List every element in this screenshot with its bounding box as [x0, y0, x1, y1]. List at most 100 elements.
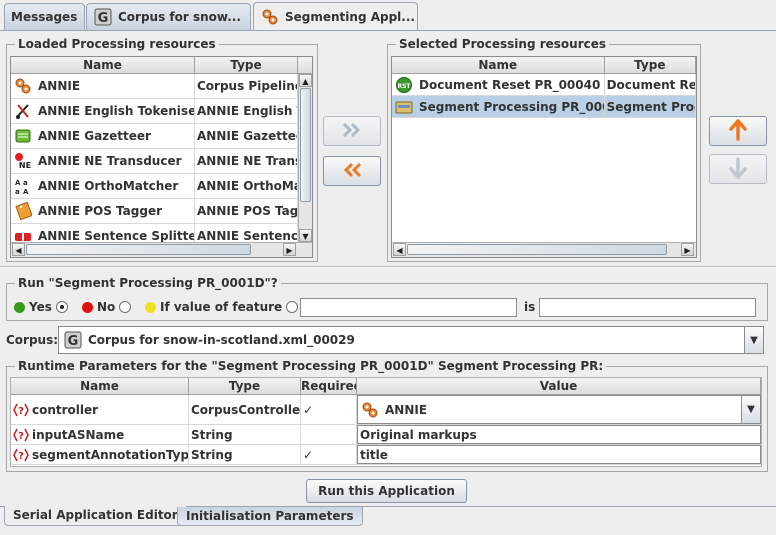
resource-type-cell[interactable]: ANNIE English T — [195, 99, 298, 123]
resource-name-cell[interactable]: ANNIE Gazetteer — [11, 124, 195, 148]
run-no-radio[interactable] — [119, 301, 132, 313]
feature-name-input[interactable] — [300, 298, 517, 317]
move-down-button[interactable] — [709, 154, 767, 184]
resource-name-cell[interactable]: NE ANNIE NE Transducer — [11, 149, 195, 173]
resource-type-cell[interactable]: ANNIE NE Transd — [195, 149, 298, 173]
runtime-col-type[interactable]: Type — [189, 378, 301, 394]
remove-resource-button[interactable] — [323, 156, 381, 186]
param-required-cell[interactable] — [301, 425, 357, 444]
loaded-col-type[interactable]: Type — [195, 57, 298, 73]
resource-type: Document Res — [606, 77, 696, 92]
scroll-down-icon[interactable]: ▼ — [299, 229, 312, 242]
tab-messages[interactable]: Messages — [4, 3, 85, 30]
selected-col-name[interactable]: Name — [392, 57, 605, 73]
runtime-col-value[interactable]: Value — [357, 378, 761, 394]
param-value-cell[interactable]: title — [357, 445, 761, 464]
param-required-cell[interactable]: ✓ — [301, 445, 357, 464]
resource-name-cell[interactable]: ANNIE — [11, 74, 195, 98]
resource-type: ANNIE OrthoMat — [197, 179, 298, 193]
check-icon: ✓ — [303, 447, 314, 462]
chevron-down-icon[interactable]: ▼ — [741, 396, 760, 423]
run-no-option[interactable]: No — [82, 300, 132, 314]
runtime-col-required[interactable]: Required — [301, 378, 357, 394]
table-row[interactable]: ANNIE Corpus Pipeline — [11, 74, 312, 99]
table-row[interactable]: ANNIE Gazetteer ANNIE Gazetteer — [11, 124, 312, 149]
tab-serial-application-editor[interactable]: Serial Application Editor — [4, 506, 187, 526]
run-yes-option[interactable]: Yes — [14, 300, 68, 314]
resource-type-cell[interactable]: Corpus Pipeline — [195, 74, 298, 98]
tab-segmenting-label: Segmenting Appl... — [285, 10, 415, 24]
run-yes-radio[interactable] — [55, 301, 68, 313]
param-name-cell[interactable]: ? inputASName — [11, 425, 189, 444]
tokeniser-icon — [13, 101, 33, 121]
run-application-button[interactable]: Run this Application — [306, 479, 467, 503]
param-icon: ? — [13, 445, 29, 464]
resource-type: ANNIE NE Transd — [197, 154, 297, 168]
split-divider[interactable] — [0, 266, 776, 268]
scroll-left-icon[interactable]: ◀ — [393, 243, 406, 256]
run-if-option[interactable]: If value of feature — [145, 300, 299, 314]
loaded-horizontal-scrollbar[interactable]: ◀ ▶ — [11, 242, 312, 257]
segment-processing-icon — [394, 97, 414, 117]
corpus-icon: G — [63, 330, 83, 350]
feature-value-input[interactable] — [539, 298, 756, 317]
corpus-select[interactable]: G Corpus for snow-in-scotland.xml_00029 … — [58, 326, 764, 354]
table-row[interactable]: ANNIE English Tokeniser ANNIE English T — [11, 99, 312, 124]
corpus-value: Corpus for snow-in-scotland.xml_00029 — [88, 333, 355, 347]
param-type: String — [191, 427, 233, 442]
loaded-vertical-scrollbar[interactable]: ▲ ▼ — [298, 74, 312, 242]
table-row[interactable]: Segment Processing PR_000...Segment Proc… — [392, 96, 696, 118]
orthomatcher-icon: AaaA — [13, 176, 33, 196]
selected-hscroll-thumb[interactable] — [407, 244, 667, 255]
param-name-cell[interactable]: ? segmentAnnotationType — [11, 445, 189, 464]
loaded-col-name[interactable]: Name — [11, 57, 195, 73]
table-row[interactable]: RST Document Reset PR_00040 Document Res — [392, 74, 696, 96]
tab-segmenting-application[interactable]: Segmenting Appl... — [253, 2, 418, 31]
table-row[interactable]: NE ANNIE NE Transducer ANNIE NE Transd — [11, 149, 312, 174]
resource-name-cell[interactable]: Segment Processing PR_000... — [392, 96, 605, 117]
scroll-left-icon[interactable]: ◀ — [12, 243, 25, 256]
resource-type-cell[interactable]: ANNIE POS Tagg — [195, 199, 298, 223]
tab-corpus-label: Corpus for snow... — [118, 10, 241, 24]
resource-name-cell[interactable]: Aa a A ANNIE OrthoMatcher — [11, 174, 195, 198]
selected-col-type[interactable]: Type — [605, 57, 696, 73]
tab-initialisation-parameters[interactable]: Initialisation Parameters — [177, 507, 363, 526]
table-row[interactable]: ? controller CorpusController ✓ ANNIE ▼ — [11, 395, 761, 425]
tab-corpus[interactable]: G Corpus for snow... — [86, 3, 251, 30]
resource-name-cell[interactable]: RST Document Reset PR_00040 — [392, 74, 605, 95]
scroll-right-icon[interactable]: ▶ — [283, 243, 296, 256]
param-required-cell[interactable]: ✓ — [301, 395, 357, 424]
add-resource-button[interactable] — [323, 116, 381, 146]
annie-gear-icon — [360, 400, 380, 420]
loaded-vscroll-thumb[interactable] — [300, 88, 311, 202]
runtime-col-name[interactable]: Name — [11, 378, 189, 394]
param-value-cell[interactable]: Original markups — [357, 425, 761, 444]
table-row[interactable]: ? segmentAnnotationType String ✓ title — [11, 445, 761, 465]
param-type-cell[interactable]: String — [189, 425, 301, 444]
param-type: CorpusController — [191, 402, 301, 417]
resource-type-cell[interactable]: ANNIE Gazetteer — [195, 124, 298, 148]
param-name: inputASName — [32, 427, 125, 442]
scroll-right-icon[interactable]: ▶ — [681, 243, 694, 256]
param-type-cell[interactable]: CorpusController — [189, 395, 301, 424]
table-row[interactable]: ANNIE POS Tagger ANNIE POS Tagg — [11, 199, 312, 224]
param-name-cell[interactable]: ? controller — [11, 395, 189, 424]
resource-type: ANNIE English T — [197, 104, 298, 118]
scroll-up-icon[interactable]: ▲ — [299, 74, 312, 87]
resource-type-cell[interactable]: ANNIE OrthoMat — [195, 174, 298, 198]
move-up-button[interactable] — [709, 116, 767, 146]
param-type-cell[interactable]: String — [189, 445, 301, 464]
run-if-radio[interactable] — [286, 301, 299, 313]
table-row[interactable]: Aa a A ANNIE OrthoMatcher ANNIE OrthoMat — [11, 174, 312, 199]
selected-horizontal-scrollbar[interactable]: ◀ ▶ — [392, 242, 696, 257]
resource-type-cell[interactable]: Document Res — [605, 74, 696, 95]
resource-name-cell[interactable]: ANNIE POS Tagger — [11, 199, 195, 223]
tab-divider — [0, 30, 776, 31]
resource-name-cell[interactable]: ANNIE English Tokeniser — [11, 99, 195, 123]
table-row[interactable]: ? inputASName String Original markups — [11, 425, 761, 445]
svg-text:G: G — [98, 11, 109, 26]
chevron-down-icon[interactable]: ▼ — [744, 327, 763, 353]
resource-type-cell[interactable]: Segment Proce — [605, 96, 696, 117]
loaded-hscroll-thumb[interactable] — [26, 244, 251, 255]
param-value-cell[interactable]: ANNIE ▼ — [357, 395, 761, 424]
